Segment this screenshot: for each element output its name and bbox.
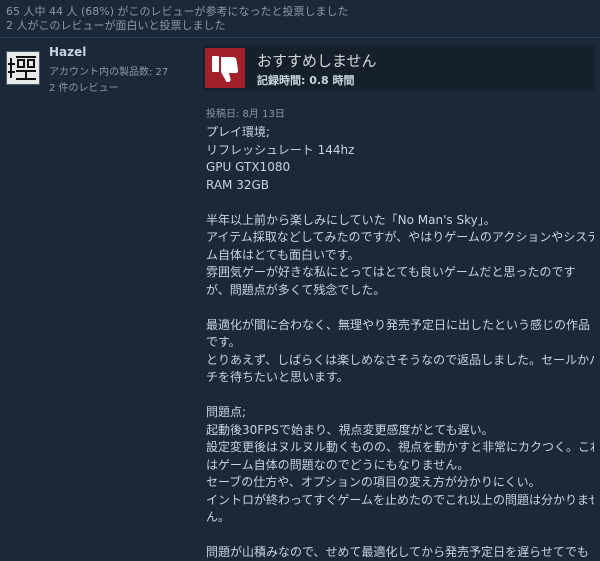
review-verdict-header[interactable]: おすすめしません 記録時間: 0.8 時間 [203,46,595,90]
author-name-link[interactable]: Hazel [49,45,86,59]
review-line: プレイ環境; [206,125,271,139]
review-line: GPU GTX1080 [206,160,291,174]
thumbs-down-icon [212,56,239,82]
thumbs-down-badge [205,48,245,88]
review-line: リフレッシュレート 144hz [206,142,355,157]
review-line: 最適化が間に合わなく、無理やり発売予定日に出したという感じの作品 [206,317,591,332]
avatar[interactable] [6,51,40,85]
review-line: 問題点; [206,405,247,419]
author-reviews-link[interactable]: 2 件のレビュー [49,79,119,94]
review-body: プレイ環境; リフレッシュレート 144hz GPU GTX1080 RAM 32GB… [206,124,594,561]
review-line: 起動後30FPSで始まり、視点変更感度がとても遅い。 [206,422,494,437]
review-line [206,387,594,405]
posted-date: 投稿日: 8月 13日 [206,109,285,120]
review-verdict-title: おすすめしません [257,52,377,70]
review-line: はゲーム自体の問題なのでどうにもなりません。 [206,457,470,472]
review-line: チを待ちたいと思います。 [206,370,349,384]
review-line: とりあえず、しばらくは楽しめなさそうなので返品しました。セールかパッ [206,352,594,367]
review-line [206,194,594,212]
review-line: イントロが終わってすぐゲームを止めたのでこれ以上の問題は分かりませ [206,492,594,507]
review-line: 半年以上前から楽しみにしていた「No Man's Sky」。 [206,212,496,227]
review-page: 65 人中 44 人 (68%) がこのレビューが参考になったと投票しました 2… [0,0,600,561]
review-line: が、問題点が多くて残念でした。 [206,282,386,297]
playtime-text: 記録時間: 0.8 時間 [257,74,355,87]
funny-votes-text: 2 人がこのレビューが面白いと投票しました [6,19,226,32]
helpful-votes-text: 65 人中 44 人 (68%) がこのレビューが参考になったと投票しました [6,5,349,18]
review-line: セーブの仕方や、オプションの項目の変え方が分かりにくい。 [206,475,541,489]
review-line [206,527,594,545]
review-line: です。 [206,335,241,349]
review-line: アイテム採取などしてみたのですが、やはりゲームのアクションやシステ [206,230,594,244]
avatar-image [7,52,39,84]
author-products-link[interactable]: アカウント内の製品数: 27 [49,63,168,78]
review-line [206,299,594,317]
review-line: ム自体はとても面白いです。 [206,247,360,262]
review-line: ん。 [206,510,231,524]
review-line: RAM 32GB [206,177,270,192]
review-line: 問題が山積みなので、せめて最適化してから発売予定日を遅らせてでも [206,545,589,559]
review-line: 設定変更後はヌルヌル動くものの、視点を動かすと非常にカクつく。これ [206,440,594,454]
divider [0,37,600,38]
review-line: 雰囲気ゲーが好きな私にとってはとても良いゲームだと思ったのです [206,265,576,279]
